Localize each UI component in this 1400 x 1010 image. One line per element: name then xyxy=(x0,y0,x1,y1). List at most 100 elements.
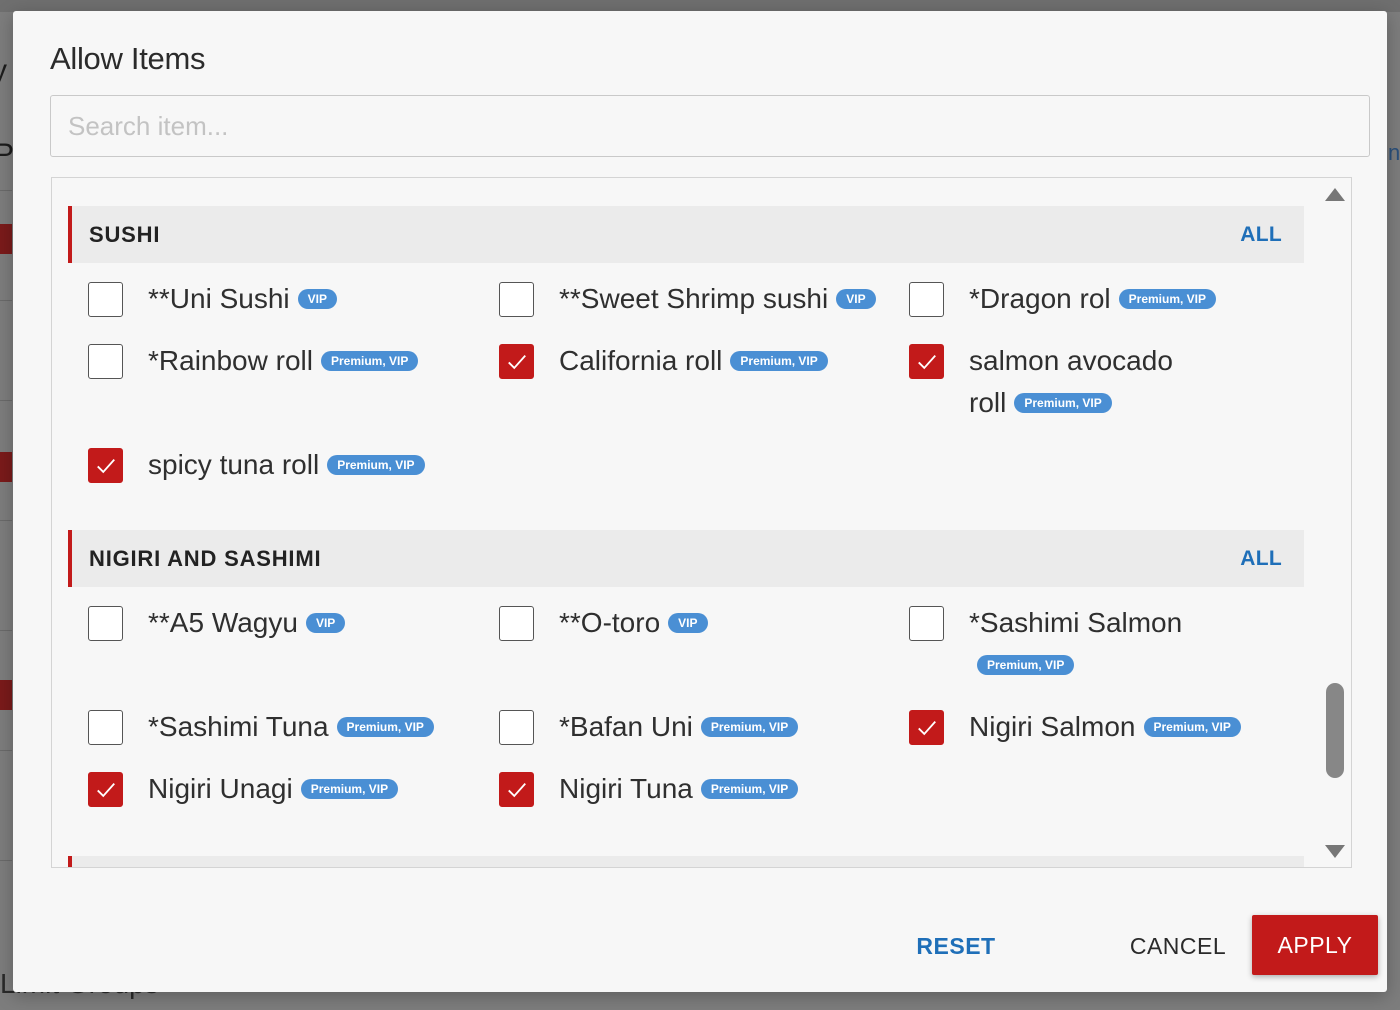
item-name: **Sweet Shrimp sushi xyxy=(559,283,829,314)
item-checkbox[interactable] xyxy=(499,282,534,317)
tier-badge: Premium, VIP xyxy=(730,350,828,371)
item-name: spicy tuna roll xyxy=(148,449,320,480)
category-header-next xyxy=(68,856,1304,867)
item-checkbox-checked[interactable] xyxy=(88,448,123,483)
item-label: *Rainbow roll Premium, VIP xyxy=(148,340,419,382)
item-label: **Uni Sushi VIP xyxy=(148,278,337,320)
checkmark-icon xyxy=(96,782,115,797)
tier-badge: VIP xyxy=(305,612,346,633)
item-label: *Sashimi Salmon Premium, VIP xyxy=(969,602,1209,686)
select-all-link[interactable]: ALL xyxy=(1240,547,1282,571)
category-header-sushi: SUSHI ALL xyxy=(68,206,1304,263)
item-checkbox-checked[interactable] xyxy=(499,344,534,379)
list-item[interactable]: *Dragon rol Premium, VIP xyxy=(909,282,1217,320)
list-item[interactable]: **Sweet Shrimp sushi VIP xyxy=(499,282,876,320)
item-checkbox[interactable] xyxy=(909,282,944,317)
item-name: **Uni Sushi xyxy=(148,283,290,314)
list-item[interactable]: spicy tuna roll Premium, VIP xyxy=(88,448,425,486)
background-checkbox xyxy=(0,224,12,254)
item-name: *Bafan Uni xyxy=(559,711,693,742)
checkmark-icon xyxy=(917,720,936,735)
scrollbar-thumb[interactable] xyxy=(1326,683,1344,778)
item-checkbox-checked[interactable] xyxy=(909,710,944,745)
select-all-link[interactable]: ALL xyxy=(1240,223,1282,247)
item-checkbox[interactable] xyxy=(88,710,123,745)
item-name: *Rainbow roll xyxy=(148,345,313,376)
category-header-nigiri-and-sashimi: NIGIRI AND SASHIMI ALL xyxy=(68,530,1304,587)
item-label: *Dragon rol Premium, VIP xyxy=(969,278,1217,320)
tier-badge: Premium, VIP xyxy=(327,454,425,475)
scroll-down-arrow-icon[interactable] xyxy=(1325,845,1345,858)
checkmark-icon xyxy=(507,782,526,797)
item-checkbox-checked[interactable] xyxy=(499,772,534,807)
list-item[interactable]: *Sashimi Salmon Premium, VIP xyxy=(909,606,1209,686)
item-label: **Sweet Shrimp sushi VIP xyxy=(559,278,876,320)
category-title: SUSHI xyxy=(89,221,161,247)
item-name: **A5 Wagyu xyxy=(148,607,298,638)
item-label: California roll Premium, VIP xyxy=(559,340,828,382)
list-item[interactable]: **O-toro VIP xyxy=(499,606,708,644)
tier-badge: Premium, VIP xyxy=(1143,716,1241,737)
tier-badge: VIP xyxy=(836,288,876,309)
item-checkbox[interactable] xyxy=(88,344,123,379)
search-input[interactable] xyxy=(50,95,1370,157)
list-item[interactable]: *Bafan Uni Premium, VIP xyxy=(499,710,799,748)
tier-badge: Premium, VIP xyxy=(700,778,799,799)
checkmark-icon xyxy=(917,354,936,369)
allow-items-modal: Allow Items SUSHI ALL **Uni Sushi VIP **S… xyxy=(13,11,1387,992)
item-checkbox[interactable] xyxy=(909,606,944,641)
background-divider xyxy=(0,520,12,521)
tier-badge: VIP xyxy=(297,288,337,309)
category-title: NIGIRI AND SASHIMI xyxy=(89,545,322,571)
background-divider xyxy=(0,750,12,751)
background-edge-text: P xyxy=(0,138,15,171)
list-item[interactable]: *Sashimi Tuna Premium, VIP xyxy=(88,710,434,748)
item-name: California roll xyxy=(559,345,723,376)
list-item[interactable]: California roll Premium, VIP xyxy=(499,344,828,382)
item-label: spicy tuna roll Premium, VIP xyxy=(148,444,425,486)
item-name: *Dragon rol xyxy=(969,283,1111,314)
list-item[interactable]: *Rainbow roll Premium, VIP xyxy=(88,344,419,382)
apply-button[interactable]: APPLY xyxy=(1252,915,1378,975)
tier-badge: Premium, VIP xyxy=(1118,288,1217,309)
cancel-button[interactable]: CANCEL xyxy=(1118,923,1238,969)
item-label: Nigiri Tuna Premium, VIP xyxy=(559,768,799,810)
item-name: Nigiri Unagi xyxy=(148,773,293,804)
item-label: **O-toro VIP xyxy=(559,602,708,644)
checkmark-icon xyxy=(96,458,115,473)
modal-title: Allow Items xyxy=(50,41,206,76)
item-checkbox-checked[interactable] xyxy=(909,344,944,379)
item-label: *Sashimi Tuna Premium, VIP xyxy=(148,706,434,748)
list-item[interactable]: Nigiri Salmon Premium, VIP xyxy=(909,710,1241,748)
tier-badge: Premium, VIP xyxy=(336,716,434,737)
tier-badge: Premium, VIP xyxy=(977,654,1075,675)
background-checkbox xyxy=(0,680,12,710)
item-label: salmon avocado roll Premium, VIP xyxy=(969,340,1209,424)
list-item[interactable]: Nigiri Unagi Premium, VIP xyxy=(88,772,399,810)
item-name: **O-toro xyxy=(559,607,661,638)
reset-button[interactable]: RESET xyxy=(906,923,1006,969)
tier-badge: Premium, VIP xyxy=(300,778,399,799)
item-checkbox[interactable] xyxy=(88,282,123,317)
list-item[interactable]: Nigiri Tuna Premium, VIP xyxy=(499,772,799,810)
item-label: Nigiri Salmon Premium, VIP xyxy=(969,706,1241,748)
list-item[interactable]: **Uni Sushi VIP xyxy=(88,282,337,320)
background-divider xyxy=(0,860,12,861)
item-checkbox[interactable] xyxy=(499,606,534,641)
list-item[interactable]: salmon avocado roll Premium, VIP xyxy=(909,344,1209,424)
background-divider xyxy=(0,630,12,631)
item-label: **A5 Wagyu VIP xyxy=(148,602,346,644)
item-checkbox[interactable] xyxy=(88,606,123,641)
item-label: *Bafan Uni Premium, VIP xyxy=(559,706,799,748)
tier-badge: Premium, VIP xyxy=(700,716,799,737)
item-name: *Sashimi Tuna xyxy=(148,711,329,742)
tier-badge: Premium, VIP xyxy=(1014,392,1112,413)
scroll-up-arrow-icon[interactable] xyxy=(1325,188,1345,201)
tier-badge: Premium, VIP xyxy=(320,350,419,371)
background-divider xyxy=(0,300,12,301)
item-checkbox[interactable] xyxy=(499,710,534,745)
item-checkbox-checked[interactable] xyxy=(88,772,123,807)
tier-badge: VIP xyxy=(668,612,708,633)
list-item[interactable]: **A5 Wagyu VIP xyxy=(88,606,346,644)
background-divider xyxy=(0,400,12,401)
